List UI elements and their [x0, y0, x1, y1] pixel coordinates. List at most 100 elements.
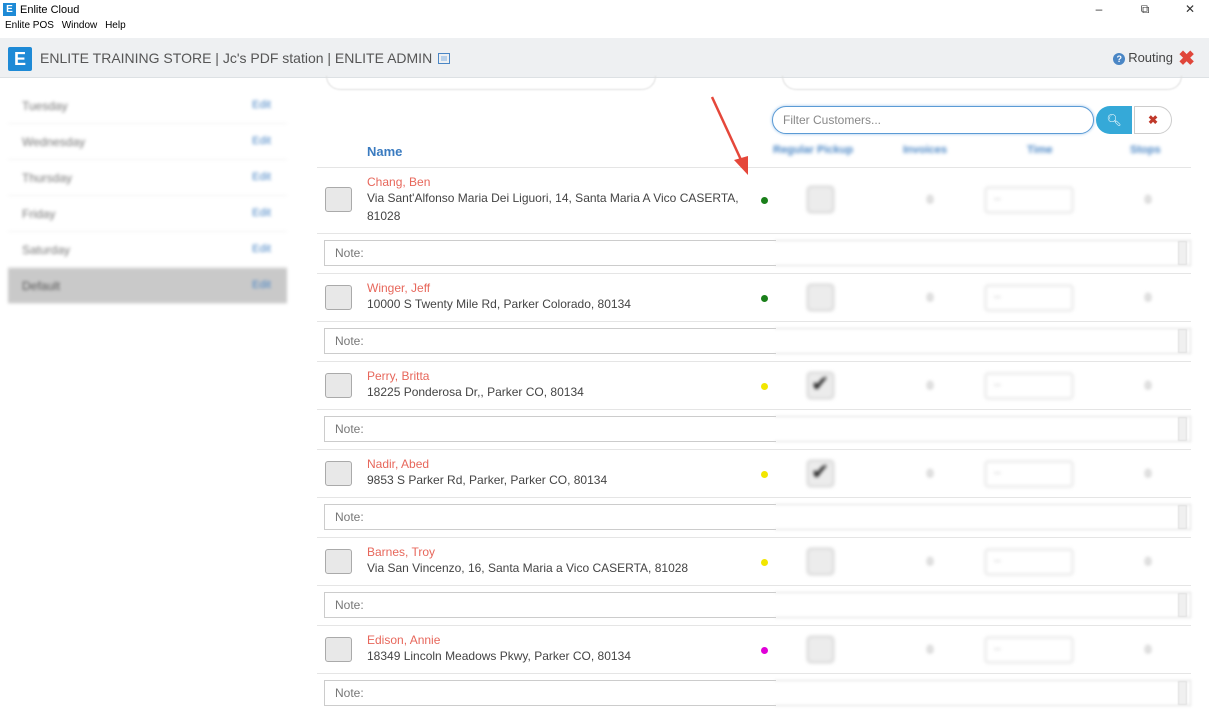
filter-customers-input[interactable]: Filter Customers...	[772, 106, 1094, 134]
row-details: 0 -- 0	[775, 626, 1191, 674]
edit-link[interactable]: Edit	[252, 171, 271, 183]
column-header-time[interactable]: Time	[1027, 144, 1052, 156]
customer-name[interactable]: Chang, Ben	[367, 175, 430, 189]
row-details: 0 -- 0	[775, 538, 1191, 586]
edit-link[interactable]: Edit	[252, 279, 271, 291]
note-row: Note:	[317, 321, 1191, 361]
status-dot	[761, 383, 768, 390]
note-row: Note:	[317, 409, 1191, 449]
note-scrollbar[interactable]	[1178, 505, 1187, 529]
window-title: Enlite Cloud	[20, 4, 80, 16]
time-select[interactable]: --	[985, 187, 1073, 213]
note-row: Note:	[317, 233, 1191, 273]
day-sidebar: Tuesday Edit Wednesday Edit Thursday Edit F…	[8, 88, 287, 304]
regular-pickup-checkbox[interactable]	[807, 186, 834, 213]
regular-pickup-checkbox[interactable]	[807, 636, 834, 663]
customer-address: 18349 Lincoln Meadows Pkwy, Parker CO, 8…	[367, 649, 631, 663]
note-extension	[775, 240, 1191, 266]
sidebar-item-wednesday[interactable]: Wednesday Edit	[8, 124, 287, 160]
note-scrollbar[interactable]	[1178, 593, 1187, 617]
sidebar-item-saturday[interactable]: Saturday Edit	[8, 232, 287, 268]
app-icon: E	[3, 3, 16, 16]
column-header-invoices[interactable]: Invoices	[903, 144, 947, 156]
time-select[interactable]: --	[985, 461, 1073, 487]
edit-link[interactable]: Edit	[252, 207, 271, 219]
time-select[interactable]: --	[985, 373, 1073, 399]
stops-count: 0	[1145, 644, 1152, 656]
sidebar-item-friday[interactable]: Friday Edit	[8, 196, 287, 232]
row-select-checkbox[interactable]	[325, 187, 352, 212]
time-select[interactable]: --	[985, 285, 1073, 311]
column-header-regular-pickup[interactable]: Regular Pickup	[773, 144, 853, 156]
row-details: 0 -- 0	[775, 450, 1191, 498]
note-input[interactable]: Note:	[324, 240, 776, 266]
close-routing-icon[interactable]: ✖	[1178, 46, 1195, 71]
table-row: Perry, Britta 18225 Ponderosa Dr,, Parker…	[317, 361, 1191, 409]
stops-count: 0	[1145, 380, 1152, 392]
customer-name[interactable]: Winger, Jeff	[367, 281, 430, 295]
row-select-checkbox[interactable]	[325, 461, 352, 486]
search-icon: 🔍︎	[1106, 113, 1122, 127]
table-row: Nadir, Abed 9853 S Parker Rd, Parker, Par…	[317, 449, 1191, 497]
column-header-name[interactable]: Name	[367, 144, 402, 159]
routing-label: Routing	[1128, 50, 1173, 65]
row-select-checkbox[interactable]	[325, 373, 352, 398]
status-dot	[761, 559, 768, 566]
note-extension	[775, 504, 1191, 530]
sidebar-item-thursday[interactable]: Thursday Edit	[8, 160, 287, 196]
time-select[interactable]: --	[985, 549, 1073, 575]
app-header: E ENLITE TRAINING STORE | Jc's PDF stati…	[0, 38, 1209, 78]
invoices-count: 0	[927, 644, 934, 656]
tab-strip-left	[326, 76, 656, 90]
minimize-button[interactable]: –	[1084, 0, 1114, 20]
regular-pickup-checkbox[interactable]	[807, 459, 834, 487]
routing-help[interactable]: ? Routing	[1113, 50, 1173, 65]
store-title: ENLITE TRAINING STORE | Jc's PDF station…	[40, 50, 451, 66]
menu-help[interactable]: Help	[105, 20, 126, 31]
table-row: Edison, Annie 18349 Lincoln Meadows Pkwy,…	[317, 625, 1191, 673]
store-text: ENLITE TRAINING STORE | Jc's PDF station…	[40, 50, 433, 66]
status-dot	[761, 647, 768, 654]
note-row: Note:	[317, 585, 1191, 625]
regular-pickup-checkbox[interactable]	[807, 371, 834, 399]
close-window-button[interactable]: ✕	[1175, 0, 1205, 20]
search-button[interactable]: 🔍︎	[1096, 106, 1132, 134]
customer-name[interactable]: Perry, Britta	[367, 369, 429, 383]
restore-button[interactable]: ⧉	[1130, 0, 1160, 20]
column-header-stops[interactable]: Stops	[1130, 144, 1161, 156]
regular-pickup-checkbox[interactable]	[807, 548, 834, 575]
edit-link[interactable]: Edit	[252, 243, 271, 255]
note-scrollbar[interactable]	[1178, 417, 1187, 441]
regular-pickup-checkbox[interactable]	[807, 284, 834, 311]
time-select[interactable]: --	[985, 637, 1073, 663]
row-select-checkbox[interactable]	[325, 637, 352, 662]
customer-name[interactable]: Edison, Annie	[367, 633, 440, 647]
note-extension	[775, 592, 1191, 618]
station-icon[interactable]	[438, 53, 451, 64]
edit-link[interactable]: Edit	[252, 99, 271, 111]
note-scrollbar[interactable]	[1178, 681, 1187, 705]
note-input[interactable]: Note:	[324, 328, 776, 354]
menu-enlite-pos[interactable]: Enlite POS	[5, 20, 54, 31]
invoices-count: 0	[927, 468, 934, 480]
enlite-logo[interactable]: E	[8, 47, 32, 71]
menu-window[interactable]: Window	[62, 20, 98, 31]
sidebar-item-tuesday[interactable]: Tuesday Edit	[8, 88, 287, 124]
customer-address: Via Sant'Alfonso Maria Dei Liguori, 14, …	[367, 191, 739, 223]
customer-name[interactable]: Nadir, Abed	[367, 457, 429, 471]
row-select-checkbox[interactable]	[325, 549, 352, 574]
note-row: Note:	[317, 673, 1191, 713]
invoices-count: 0	[927, 556, 934, 568]
customer-name[interactable]: Barnes, Troy	[367, 545, 435, 559]
clear-filter-button[interactable]: ✖	[1134, 106, 1172, 134]
note-scrollbar[interactable]	[1178, 241, 1187, 265]
edit-link[interactable]: Edit	[252, 135, 271, 147]
stops-count: 0	[1145, 292, 1152, 304]
note-input[interactable]: Note:	[324, 592, 776, 618]
note-scrollbar[interactable]	[1178, 329, 1187, 353]
sidebar-item-label: Friday	[22, 207, 56, 221]
sidebar-item-default[interactable]: Default Edit	[8, 268, 287, 304]
note-input[interactable]: Note:	[324, 504, 776, 530]
row-select-checkbox[interactable]	[325, 285, 352, 310]
note-input[interactable]: Note:	[324, 416, 776, 442]
